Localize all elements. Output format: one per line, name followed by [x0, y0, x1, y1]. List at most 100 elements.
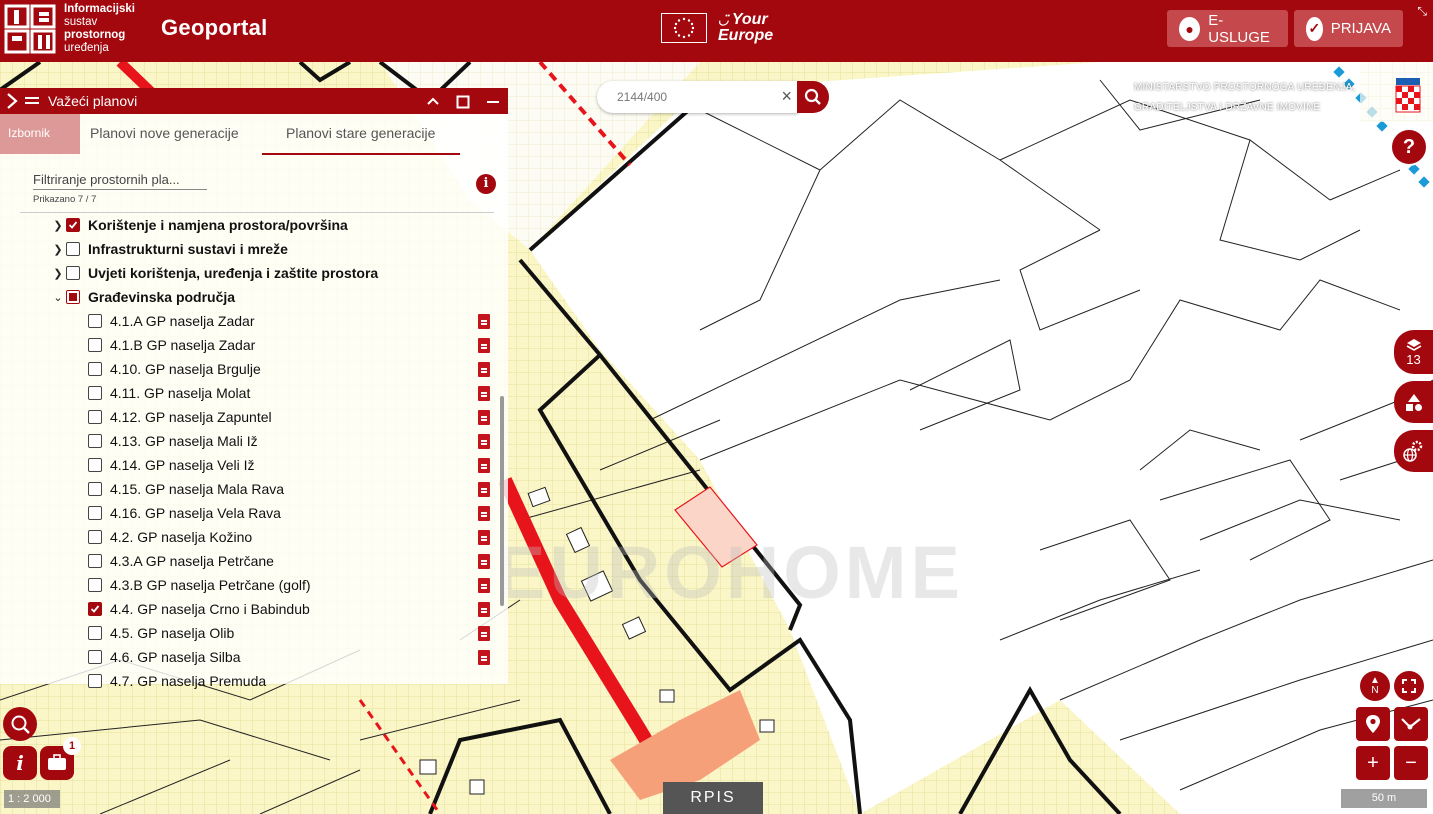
shapes-icon	[1405, 394, 1422, 411]
expand-icon[interactable]: ⤡	[1417, 4, 1427, 19]
pdf-document-icon[interactable]	[478, 530, 490, 545]
tab-old-generation[interactable]: Planovi stare generacije	[286, 125, 435, 141]
chevron-right-icon[interactable]: ❯	[50, 267, 66, 280]
plan-item[interactable]: 4.6. GP naselja Silba	[88, 646, 241, 668]
chevron-right-icon[interactable]: ❯	[50, 219, 66, 232]
measure-icon	[1401, 718, 1421, 730]
plan-checkbox[interactable]	[88, 650, 102, 664]
tab-new-generation[interactable]: Planovi nove generacije	[90, 125, 239, 141]
login-button[interactable]: ✓ PRIJAVA	[1294, 10, 1403, 47]
shapes-button[interactable]	[1394, 381, 1433, 423]
zoom-out-button[interactable]: −	[1394, 746, 1428, 780]
location-button[interactable]	[1356, 707, 1390, 741]
plan-checkbox[interactable]	[88, 386, 102, 400]
pdf-document-icon[interactable]	[478, 410, 490, 425]
menu-icon[interactable]	[25, 94, 39, 108]
zoom-search-button[interactable]	[3, 707, 37, 741]
plan-checkbox[interactable]	[88, 578, 102, 592]
plan-label: 4.2. GP naselja Kožino	[110, 529, 253, 545]
divider	[20, 212, 494, 213]
plan-item[interactable]: 4.3.B GP naselja Petrčane (golf)	[88, 574, 311, 596]
group-row[interactable]: ❯ Infrastrukturni sustavi i mreže	[50, 238, 288, 260]
chevron-up-icon[interactable]	[426, 95, 440, 107]
north-button[interactable]: ▲ N	[1360, 671, 1390, 701]
plan-item[interactable]: 4.16. GP naselja Vela Rava	[88, 502, 281, 524]
plan-checkbox[interactable]	[88, 410, 102, 424]
help-button[interactable]: ?	[1390, 128, 1428, 166]
chevron-down-icon[interactable]: ⌄	[50, 291, 66, 304]
plan-item[interactable]: 4.1.B GP naselja Zadar	[88, 334, 255, 356]
pdf-document-icon[interactable]	[478, 554, 490, 569]
pdf-document-icon[interactable]	[478, 458, 490, 473]
plan-label: 4.11. GP naselja Molat	[110, 385, 251, 401]
pdf-document-icon[interactable]	[478, 578, 490, 593]
plan-item[interactable]: 4.3.A GP naselja Petrčane	[88, 550, 274, 572]
minimize-icon[interactable]	[486, 95, 500, 109]
plan-checkbox[interactable]	[88, 314, 102, 328]
plan-checkbox[interactable]	[88, 482, 102, 496]
plan-checkbox[interactable]	[88, 506, 102, 520]
scale-ratio[interactable]: 1 : 2 000	[4, 790, 60, 808]
panel-scrollbar[interactable]	[500, 396, 504, 606]
maximize-icon[interactable]	[456, 95, 470, 109]
search-button[interactable]	[797, 81, 829, 113]
pdf-document-icon[interactable]	[478, 362, 490, 377]
pdf-document-icon[interactable]	[478, 506, 490, 521]
group-checkbox[interactable]	[66, 218, 80, 232]
plan-checkbox[interactable]	[88, 626, 102, 640]
active-plans-panel: Važeći planovi Izbornik Planovi nove gen…	[0, 88, 508, 689]
panel-body: Izbornik Planovi nove generacije Planovi…	[0, 114, 508, 689]
plan-item[interactable]: 4.2. GP naselja Kožino	[88, 526, 252, 548]
plan-item[interactable]: 4.11. GP naselja Molat	[88, 382, 250, 404]
plan-checkbox[interactable]	[88, 602, 102, 616]
pdf-document-icon[interactable]	[478, 338, 490, 353]
pdf-document-icon[interactable]	[478, 434, 490, 449]
plan-checkbox[interactable]	[88, 674, 102, 688]
pdf-document-icon[interactable]	[478, 314, 490, 329]
eu-flag-icon	[661, 13, 707, 43]
info-button[interactable]: i	[3, 746, 37, 780]
plan-item[interactable]: 4.13. GP naselja Mali Iž	[88, 430, 258, 452]
plan-item[interactable]: 4.14. GP naselja Veli Iž	[88, 454, 255, 476]
pdf-document-icon[interactable]	[478, 650, 490, 665]
plan-checkbox[interactable]	[88, 362, 102, 376]
group-checkbox[interactable]	[66, 242, 80, 256]
plan-item[interactable]: 4.1.A GP naselja Zadar	[88, 310, 255, 332]
plan-filter-input[interactable]: Filtriranje prostornih pla...	[33, 172, 207, 190]
measure-button[interactable]	[1394, 707, 1428, 741]
pdf-document-icon[interactable]	[478, 602, 490, 617]
zoom-in-button[interactable]: +	[1356, 746, 1390, 780]
plan-item[interactable]: 4.12. GP naselja Zapuntel	[88, 406, 272, 428]
group-checkbox[interactable]	[66, 266, 80, 280]
plan-item[interactable]: 4.7. GP naselja Premuda	[88, 670, 266, 692]
pdf-document-icon[interactable]	[478, 626, 490, 641]
clear-search-icon[interactable]: ×	[781, 86, 792, 107]
pdf-document-icon[interactable]	[478, 386, 490, 401]
plan-checkbox[interactable]	[88, 458, 102, 472]
group-row[interactable]: ⌄ Građevinska područja	[50, 286, 235, 308]
plan-checkbox[interactable]	[88, 554, 102, 568]
plan-checkbox[interactable]	[88, 530, 102, 544]
layers-button[interactable]: 13	[1394, 330, 1433, 374]
fullscreen-button[interactable]	[1394, 671, 1424, 701]
group-row[interactable]: ❯ Uvjeti korištenja, uređenja i zaštite …	[50, 262, 378, 284]
search-input[interactable]	[615, 89, 769, 105]
collapse-panel-icon[interactable]	[4, 91, 22, 111]
plan-checkbox[interactable]	[88, 338, 102, 352]
group-row[interactable]: ❯ Korištenje i namjena prostora/površina	[50, 214, 347, 236]
pdf-document-icon[interactable]	[478, 482, 490, 497]
plan-item[interactable]: 4.4. GP naselja Crno i Babindub	[88, 598, 310, 620]
settings-button[interactable]	[1394, 430, 1433, 472]
plan-label: 4.6. GP naselja Silba	[110, 649, 241, 665]
tab-menu[interactable]: Izbornik	[0, 114, 80, 154]
plan-checkbox[interactable]	[88, 434, 102, 448]
plan-item[interactable]: 4.15. GP naselja Mala Rava	[88, 478, 284, 500]
chevron-right-icon[interactable]: ❯	[50, 243, 66, 256]
your-europe-logo[interactable]: ◡̈ Your Europe	[718, 12, 773, 44]
plan-item[interactable]: 4.5. GP naselja Olib	[88, 622, 234, 644]
group-checkbox[interactable]	[66, 290, 80, 304]
plan-item[interactable]: 4.10. GP naselja Brgulje	[88, 358, 261, 380]
login-label: PRIJAVA	[1330, 20, 1391, 37]
info-icon[interactable]: i	[476, 174, 496, 194]
e-services-button[interactable]: ● E-USLUGE	[1167, 10, 1288, 47]
